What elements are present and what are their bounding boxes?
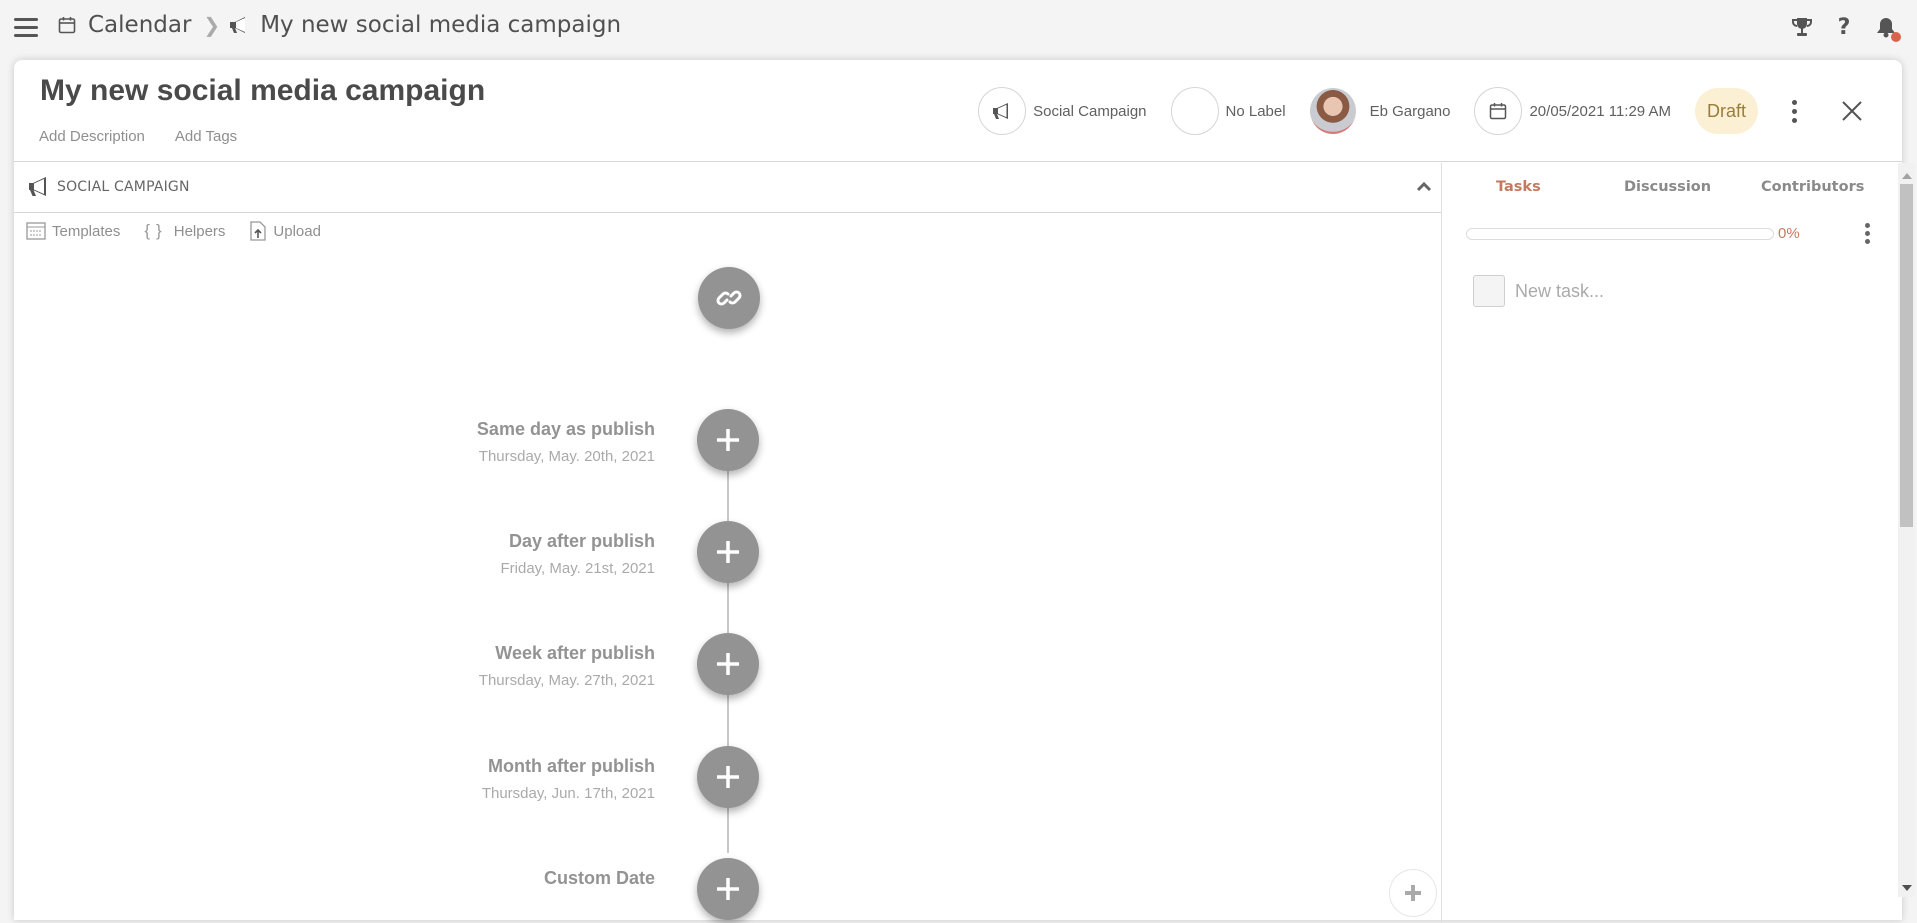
plus-icon (717, 766, 739, 788)
helpers-button[interactable]: {} Helpers (144, 221, 225, 241)
plus-icon (717, 878, 739, 900)
owner-chip[interactable]: Eb Gargano (1309, 88, 1451, 134)
timeline-item-name: Day after publish (508, 531, 655, 551)
add-post-button[interactable] (697, 858, 759, 920)
breadcrumb: Calendar ❯ My new social media campaign (58, 12, 621, 38)
helpers-label: Helpers (173, 222, 226, 240)
timeline-item: Week after publish Thursday, May. 27th, 2… (479, 643, 655, 689)
braces-icon: {} (144, 221, 168, 240)
calendar-icon (58, 17, 76, 34)
chevron-right-icon: ❯ (203, 13, 221, 37)
add-post-button[interactable] (697, 409, 759, 471)
type-chip[interactable]: Social Campaign (978, 87, 1147, 135)
timeline-item: Custom Date (544, 868, 655, 897)
top-icons: ? (1791, 14, 1901, 42)
task-progress-label: 0% (1778, 225, 1800, 242)
timeline-item-date: Thursday, Jun. 17th, 2021 (481, 785, 655, 802)
link-icon (716, 290, 742, 306)
timeline-item: Same day as publish Thursday, May. 20th, … (477, 419, 655, 465)
timeline-item: Day after publish Friday, May. 21st, 2021 (500, 531, 655, 577)
more-options-icon[interactable] (1782, 96, 1806, 126)
timeline-item-name: Week after publish (495, 643, 655, 663)
scrollbar-thumb[interactable] (1900, 184, 1913, 527)
breadcrumb-current: My new social media campaign (260, 12, 622, 38)
label-label: No Label (1225, 102, 1286, 120)
timeline-item-date: Thursday, May. 20th, 2021 (478, 448, 655, 465)
close-icon[interactable] (1840, 99, 1864, 123)
add-description-link[interactable]: Add Description (39, 128, 145, 145)
plus-icon (717, 429, 739, 451)
link-node[interactable] (698, 267, 760, 329)
add-post-button[interactable] (697, 633, 759, 695)
sidebar: Tasks Discussion Contributors 0% (1443, 163, 1902, 923)
megaphone-icon (230, 17, 246, 33)
timeline-item-name: Custom Date (543, 868, 655, 888)
tab-discussion[interactable]: Discussion (1624, 179, 1711, 195)
add-tags-link[interactable]: Add Tags (175, 128, 237, 145)
meta-bar: Social Campaign No Label Eb Gargano 20/0… (978, 87, 1902, 135)
section-header: SOCIAL CAMPAIGN (14, 163, 1441, 213)
bell-icon[interactable] (1875, 14, 1901, 42)
content-area: SOCIAL CAMPAIGN Templates {} Helpers Upl… (14, 163, 1442, 923)
timeline-item: Month after publish Thursday, Jun. 17th, … (482, 756, 655, 802)
owner-name: Eb Gargano (1369, 102, 1451, 120)
timeline-item-name: Month after publish (488, 756, 655, 776)
label-color-circle (1170, 87, 1219, 135)
task-options-icon[interactable] (1865, 223, 1870, 244)
templates-icon (26, 222, 46, 240)
notification-dot (1891, 32, 1901, 42)
scrollbar[interactable] (1898, 163, 1915, 897)
add-item-button[interactable] (1389, 869, 1437, 917)
help-icon[interactable]: ? (1833, 14, 1855, 40)
add-post-button[interactable] (697, 521, 759, 583)
megaphone-icon (993, 103, 1009, 119)
upload-icon (250, 221, 267, 241)
section-title: SOCIAL CAMPAIGN (57, 179, 190, 195)
calendar-icon (1490, 103, 1507, 120)
plus-icon (1405, 885, 1421, 901)
menu-icon[interactable] (14, 18, 38, 38)
upload-label: Upload (273, 222, 321, 240)
type-label: Social Campaign (1033, 102, 1147, 120)
plus-icon (717, 653, 739, 675)
trophy-icon[interactable] (1791, 14, 1813, 40)
panel-header: My new social media campaign Add Descrip… (14, 60, 1902, 162)
date-chip[interactable]: 20/05/2021 11:29 AM (1474, 87, 1671, 135)
toolbar: Templates {} Helpers Upload (26, 221, 321, 241)
publish-datetime: 20/05/2021 11:29 AM (1529, 102, 1671, 120)
templates-label: Templates (52, 222, 121, 240)
new-task-checkbox[interactable] (1473, 275, 1505, 307)
timeline-item-date: Friday, May. 21st, 2021 (500, 560, 655, 577)
tab-contributors[interactable]: Contributors (1761, 179, 1864, 195)
breadcrumb-calendar[interactable]: Calendar (88, 12, 191, 38)
campaign-panel: My new social media campaign Add Descrip… (14, 60, 1902, 923)
scroll-up-arrow[interactable] (1902, 173, 1912, 179)
page-title[interactable]: My new social media campaign (40, 74, 485, 108)
avatar (1309, 88, 1356, 134)
top-bar: Calendar ❯ My new social media campaign … (0, 0, 1917, 55)
task-progress-bar (1466, 228, 1774, 240)
label-chip[interactable]: No Label (1170, 87, 1286, 135)
megaphone-icon (29, 177, 46, 196)
new-task-input[interactable] (1515, 280, 1775, 302)
scroll-down-arrow[interactable] (1902, 885, 1912, 891)
templates-button[interactable]: Templates (26, 221, 120, 241)
new-task-row (1473, 275, 1775, 307)
timeline-item-name: Same day as publish (476, 419, 655, 439)
upload-button[interactable]: Upload (249, 221, 321, 241)
plus-icon (717, 541, 739, 563)
status-badge[interactable]: Draft (1694, 88, 1758, 134)
chevron-up-icon[interactable] (1413, 177, 1435, 197)
add-post-button[interactable] (697, 746, 759, 808)
tab-tasks[interactable]: Tasks (1496, 179, 1541, 195)
timeline-item-date: Thursday, May. 27th, 2021 (478, 672, 655, 689)
